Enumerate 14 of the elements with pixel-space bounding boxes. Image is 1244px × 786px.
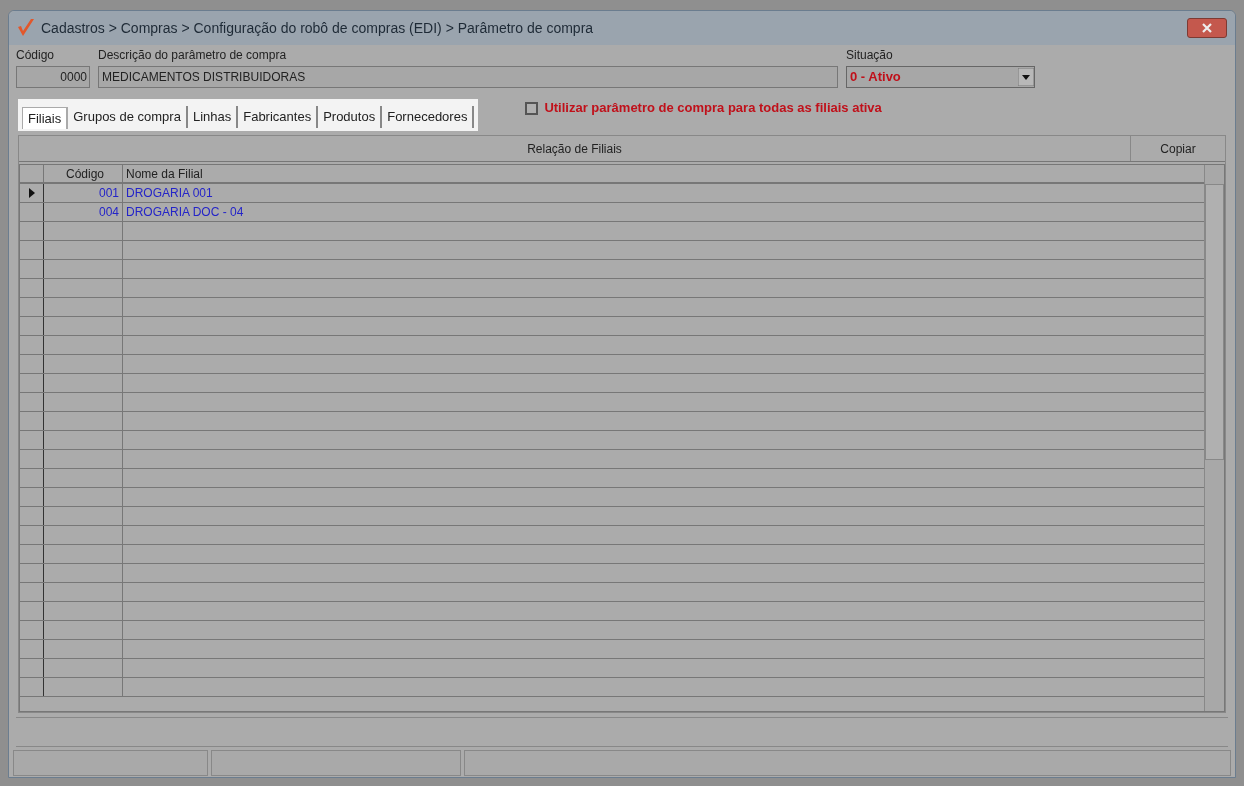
field-label: Descrição do parâmetro de compra <box>98 47 288 63</box>
column-header: Nome da Filial <box>125 166 204 182</box>
checkbox-label: Utilizar parâmetro de compra para todas as filiais ativa <box>544 99 882 118</box>
table-cell-text: DROGARIA DOC - 04 <box>125 204 245 221</box>
field-label: Situação <box>846 47 894 63</box>
code-field[interactable]: 0000 <box>16 66 90 88</box>
column-header: Código <box>44 165 123 182</box>
tab[interactable]: Filiais <box>22 107 69 129</box>
description-field[interactable]: MEDICAMENTOS DISTRIBUIDORAS <box>98 66 838 88</box>
table-cell: 004 <box>44 203 123 221</box>
field-label: Código <box>16 47 56 63</box>
table-cell-text: DROGARIA 001 <box>125 185 214 202</box>
window-title: Cadastros > Compras > Configuração do robô de compras (EDI) > Parâmetro de compra <box>41 18 594 38</box>
table-cell: 001 <box>44 184 123 202</box>
